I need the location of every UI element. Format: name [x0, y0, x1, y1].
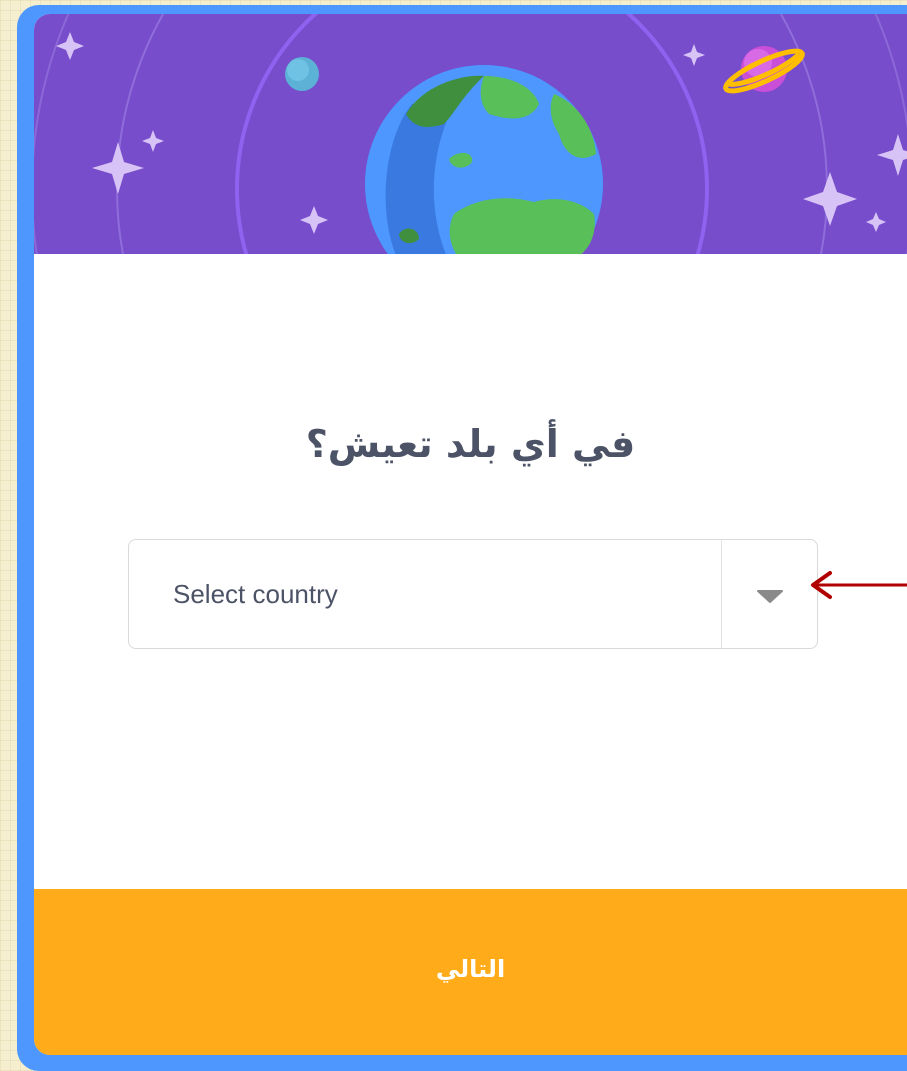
- earth-icon: [365, 65, 603, 254]
- chevron-down-icon: [757, 590, 783, 603]
- next-button-label: التالي: [435, 955, 506, 983]
- space-banner: [34, 14, 907, 254]
- country-select[interactable]: Select country: [128, 539, 818, 649]
- planet-icon: [723, 46, 805, 94]
- moon-icon: [285, 57, 319, 91]
- page-title: في أي بلد تعيش؟: [305, 422, 636, 466]
- country-select-value: Select country: [173, 579, 338, 609]
- country-dialog: في أي بلد تعيش؟ Select country التالي: [34, 14, 907, 1055]
- country-select-toggle[interactable]: [722, 540, 818, 648]
- next-button[interactable]: التالي: [34, 889, 907, 1055]
- annotation-arrow-icon: [811, 571, 907, 599]
